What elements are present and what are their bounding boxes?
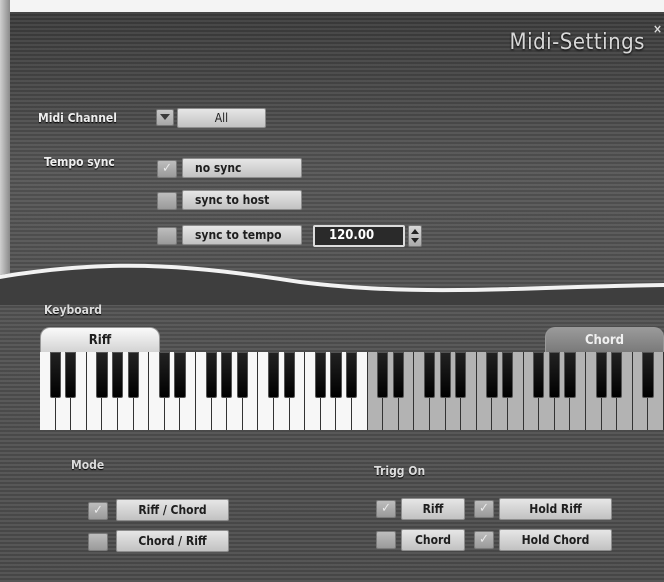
black-key[interactable]: [205, 352, 217, 398]
black-key[interactable]: [236, 352, 249, 398]
hold-riff-option[interactable]: Hold Riff: [499, 498, 612, 520]
black-key[interactable]: [564, 352, 576, 398]
tempo-stepper[interactable]: [408, 225, 422, 247]
black-key[interactable]: [424, 352, 436, 398]
black-key[interactable]: [642, 352, 654, 398]
black-key[interactable]: [174, 352, 186, 398]
black-key[interactable]: [439, 352, 451, 398]
window-left-border: [0, 0, 10, 290]
sync-to-host-option[interactable]: sync to host: [182, 190, 302, 210]
hold-chord-checkbox[interactable]: ✓: [474, 531, 494, 549]
arrow-down-icon[interactable]: [411, 238, 419, 243]
check-icon: ✓: [93, 503, 103, 518]
black-key[interactable]: [533, 352, 545, 398]
check-icon: ✓: [381, 501, 391, 516]
black-key[interactable]: [221, 352, 233, 398]
tab-riff[interactable]: Riff: [40, 327, 160, 352]
black-key[interactable]: [502, 352, 514, 398]
riff-chord-mode-option[interactable]: Riff / Chord: [116, 499, 229, 521]
hold-riff-checkbox[interactable]: ✓: [474, 500, 494, 518]
check-icon: ✓: [479, 501, 489, 516]
window-title: Midi-Settings: [509, 30, 645, 55]
black-key[interactable]: [96, 352, 108, 398]
tempo-sync-label: Tempo sync: [44, 155, 115, 169]
chord-riff-mode-checkbox[interactable]: [88, 533, 108, 551]
piano-keyboard[interactable]: [40, 352, 664, 430]
black-key[interactable]: [158, 352, 171, 398]
trigg-riff-option[interactable]: Riff: [401, 498, 465, 520]
black-key[interactable]: [314, 352, 327, 398]
wave-divider: [0, 263, 664, 305]
black-key[interactable]: [346, 352, 358, 398]
midi-channel-select[interactable]: All: [177, 108, 266, 128]
midi-settings-window: Midi-Settings × Midi Channel All Tempo s…: [0, 0, 664, 582]
black-key[interactable]: [595, 352, 607, 398]
black-key[interactable]: [392, 352, 405, 398]
black-key[interactable]: [330, 352, 342, 398]
trigg-chord-checkbox[interactable]: [376, 531, 396, 549]
tempo-value-input[interactable]: 120.00: [313, 225, 405, 247]
trigg-chord-option[interactable]: Chord: [401, 529, 465, 551]
sync-to-host-checkbox[interactable]: [157, 192, 177, 210]
black-key[interactable]: [49, 352, 61, 398]
riff-chord-mode-checkbox[interactable]: ✓: [88, 502, 108, 520]
black-key[interactable]: [486, 352, 498, 398]
black-key[interactable]: [611, 352, 623, 398]
arrow-up-icon[interactable]: [411, 229, 419, 234]
midi-channel-dropdown-button[interactable]: [156, 109, 174, 126]
chord-riff-mode-option[interactable]: Chord / Riff: [116, 530, 229, 552]
no-sync-option[interactable]: no sync: [182, 158, 302, 178]
black-key[interactable]: [455, 352, 467, 398]
tab-chord[interactable]: Chord: [545, 327, 664, 352]
black-key[interactable]: [283, 352, 295, 398]
sync-to-tempo-option[interactable]: sync to tempo: [182, 225, 302, 245]
trigg-on-label: Trigg On: [374, 464, 426, 478]
no-sync-checkbox[interactable]: ✓: [157, 160, 177, 178]
sync-to-tempo-checkbox[interactable]: [157, 227, 177, 245]
check-icon: ✓: [162, 161, 172, 176]
keyboard-label: Keyboard: [44, 303, 103, 317]
window-top-border: [0, 0, 664, 12]
trigg-riff-checkbox[interactable]: ✓: [376, 500, 396, 518]
chevron-down-icon: [160, 114, 170, 120]
black-key[interactable]: [112, 352, 124, 398]
check-icon: ✓: [479, 532, 489, 547]
black-key[interactable]: [65, 352, 77, 398]
hold-chord-option[interactable]: Hold Chord: [499, 529, 612, 551]
close-icon[interactable]: ×: [651, 22, 664, 36]
black-key[interactable]: [548, 352, 561, 398]
black-key[interactable]: [377, 352, 389, 398]
black-key[interactable]: [127, 352, 139, 398]
mode-label: Mode: [71, 458, 105, 472]
midi-channel-label: Midi Channel: [38, 111, 117, 125]
black-key[interactable]: [268, 352, 280, 398]
